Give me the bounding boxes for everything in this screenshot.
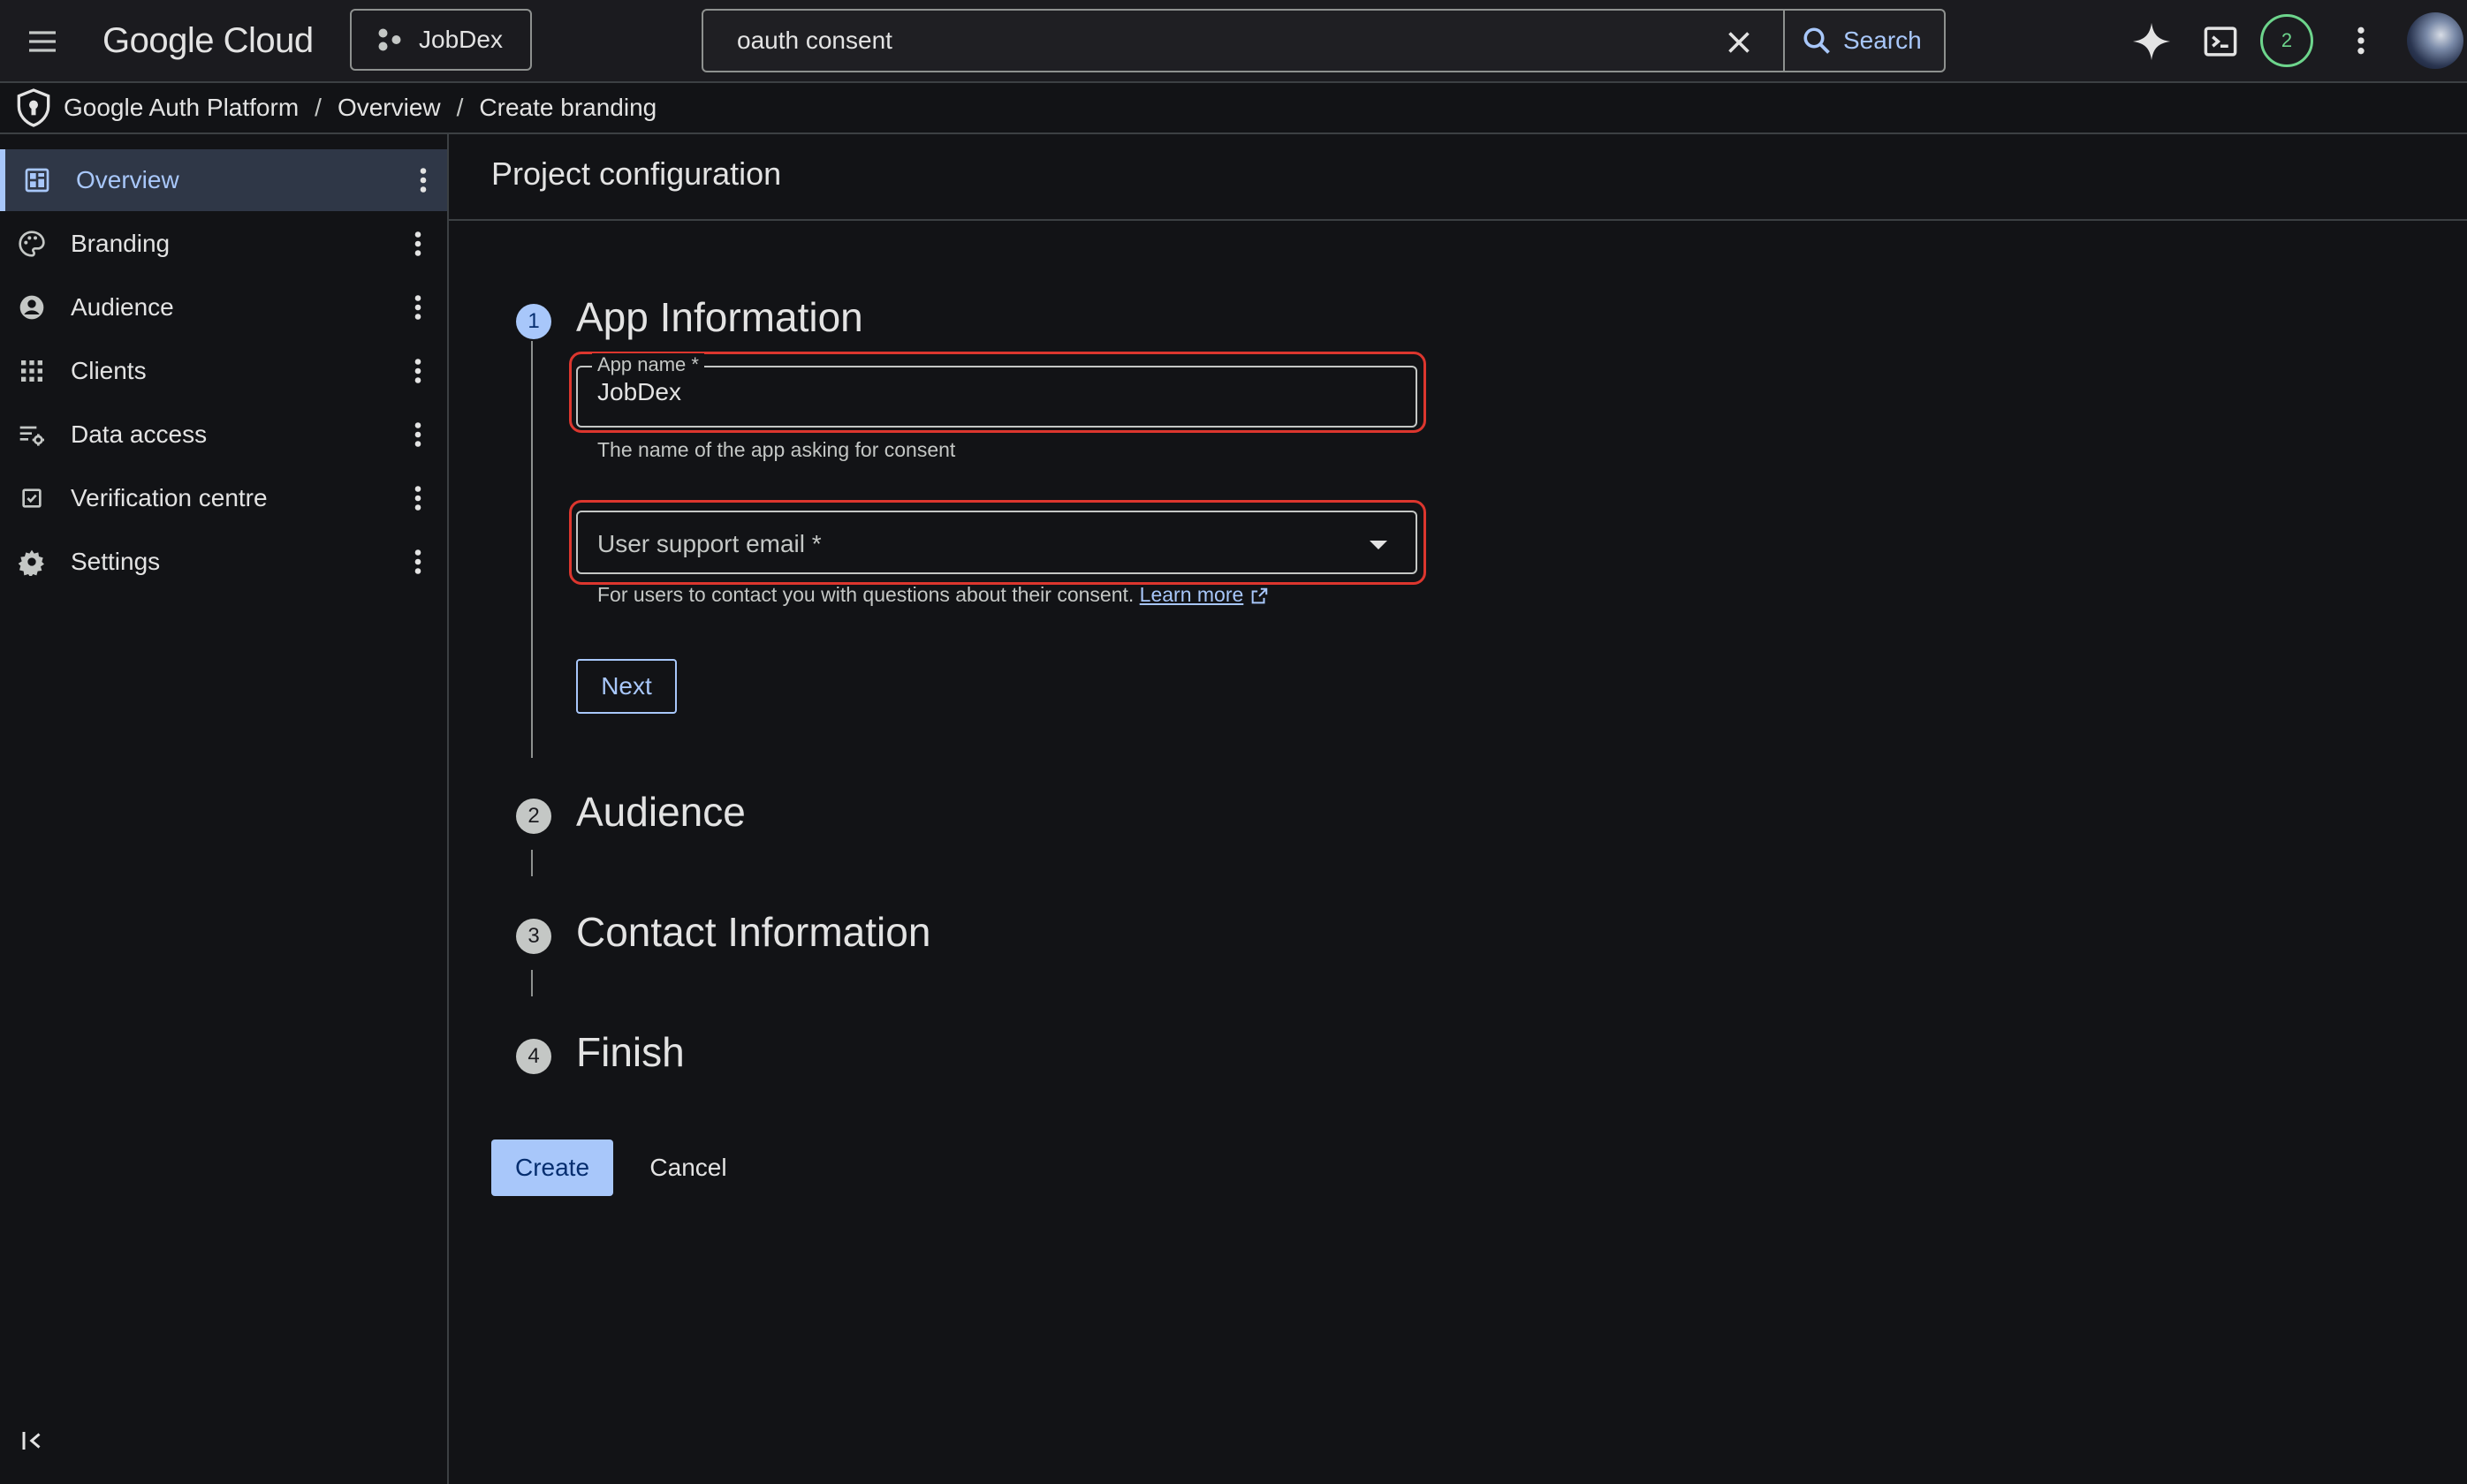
step-number: 2 [516,799,551,834]
user-support-email-select[interactable]: User support email * [576,511,1417,574]
more-vertical-icon[interactable] [405,292,431,323]
collapse-sidebar-icon[interactable] [19,1427,46,1454]
step-title-app-information[interactable]: App Information [576,293,863,341]
breadcrumb-separator: / [456,94,464,121]
external-link-icon [1249,587,1269,606]
more-vertical-icon[interactable] [405,355,431,387]
gemini-sparkle-icon[interactable] [2131,21,2172,62]
user-support-email-placeholder: User support email * [597,530,822,557]
more-vertical-icon[interactable] [405,419,431,450]
support-email-helper: For users to contact you with questions … [597,583,1269,607]
sidebar-item-clients[interactable]: Clients [0,340,447,402]
search-button[interactable]: Search [1783,11,1946,71]
next-button[interactable]: Next [576,659,677,714]
learn-more-link[interactable]: Learn more [1140,583,1244,606]
sidebar-item-label: Settings [71,548,161,575]
dropdown-arrow-icon [1368,539,1389,551]
breadcrumb: Google Auth Platform / Overview / Create… [0,83,2467,134]
dashboard-icon [23,166,51,194]
sidebar-item-label: Verification centre [71,484,268,511]
sidebar-item-branding[interactable]: Branding [0,213,447,275]
breadcrumb-overview[interactable]: Overview [338,94,441,122]
sidebar-item-data-access[interactable]: Data access [0,404,447,466]
sidebar-item-audience[interactable]: Audience [0,276,447,338]
top-bar: Google Cloud JobDex Search 2 [0,0,2467,83]
breadcrumb-google-auth-platform[interactable]: Google Auth Platform [64,94,299,122]
page-header: Project configuration [449,134,2467,221]
sidebar-item-label: Overview [76,166,179,193]
more-vertical-icon[interactable] [410,164,436,196]
account-circle-icon [18,293,46,322]
page-title: Project configuration [491,155,782,192]
stepper-connector [531,970,533,996]
sidebar-item-label: Audience [71,293,174,321]
project-hierarchy-icon [376,26,403,53]
project-name: JobDex [419,26,503,53]
step-number: 1 [516,304,551,339]
sidebar-item-label: Branding [71,230,171,257]
search-input[interactable] [737,11,1709,71]
sidebar-item-label: Clients [71,357,147,384]
stepper-connector [531,850,533,876]
apps-grid-icon [18,357,46,385]
data-access-icon [18,420,46,449]
step-title-audience[interactable]: Audience [576,788,746,836]
more-vertical-icon[interactable] [405,482,431,514]
google-cloud-logo[interactable]: Google Cloud [102,16,314,65]
sidebar-item-settings[interactable]: Settings [0,531,447,593]
support-email-helper-text: For users to contact you with questions … [597,583,1135,606]
more-vertical-icon[interactable] [405,546,431,578]
sidebar-item-overview[interactable]: Overview [0,149,447,211]
sidebar-item-verification-centre[interactable]: Verification centre [0,467,447,529]
step-title-contact-information[interactable]: Contact Information [576,908,930,956]
sidebar-item-label: Data access [71,420,208,448]
app-name-helper: The name of the app asking for consent [597,438,956,461]
breadcrumb-create-branding: Create branding [479,94,657,121]
avatar[interactable] [2407,12,2463,69]
cancel-button[interactable]: Cancel [629,1140,748,1196]
project-picker-button[interactable]: JobDex [350,9,532,71]
app-name-field[interactable]: App name * [576,353,1417,428]
cloud-shell-terminal-icon[interactable] [2202,23,2239,60]
shield-lock-icon [16,88,51,127]
search-icon [1801,25,1833,57]
step-title-finish[interactable]: Finish [576,1028,685,1076]
step-number: 3 [516,919,551,954]
step-number: 4 [516,1039,551,1074]
create-button[interactable]: Create [491,1140,613,1196]
search-button-label: Search [1843,26,1922,54]
checkbox-icon [18,484,46,512]
stepper-connector [531,341,533,758]
gear-icon [18,548,46,576]
more-vertical-icon[interactable] [405,228,431,260]
sidebar: Overview Branding Audience Clients Data … [0,134,449,1484]
hamburger-menu-icon[interactable] [25,24,67,59]
notifications-badge[interactable]: 2 [2260,14,2313,67]
breadcrumb-separator: / [315,94,322,121]
app-name-input[interactable] [597,378,1393,406]
palette-icon [18,230,46,258]
search-bar: Search [702,9,1946,72]
close-icon[interactable] [1723,26,1755,58]
app-name-label: App name * [592,353,704,376]
more-vertical-icon[interactable] [2345,23,2377,58]
